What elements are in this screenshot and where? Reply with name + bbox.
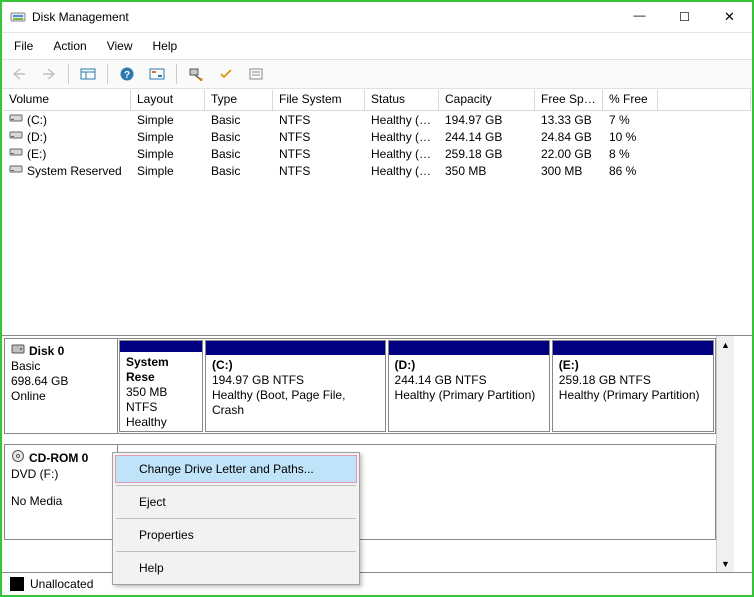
col-status[interactable]: Status bbox=[365, 90, 439, 110]
volume-layout: Simple bbox=[131, 113, 205, 127]
volume-free: 13.33 GB bbox=[535, 113, 603, 127]
close-button[interactable] bbox=[707, 2, 752, 32]
cdrom-0-info: CD-ROM 0 DVD (F:) No Media bbox=[5, 445, 118, 539]
col-extra[interactable] bbox=[658, 90, 751, 110]
col-filesystem[interactable]: File System bbox=[273, 90, 365, 110]
toolbar-separator bbox=[68, 64, 69, 84]
disc-icon bbox=[11, 449, 25, 467]
cdrom-0-row[interactable]: CD-ROM 0 DVD (F:) No Media bbox=[4, 444, 716, 540]
volume-name: System Reserved bbox=[27, 164, 122, 178]
disk-0-info: Disk 0 Basic 698.64 GB Online bbox=[5, 339, 118, 433]
cm-properties[interactable]: Properties bbox=[115, 521, 357, 549]
maximize-button[interactable] bbox=[662, 2, 707, 32]
volume-type: Basic bbox=[205, 113, 273, 127]
titlebar: Disk Management bbox=[2, 2, 752, 33]
drive-icon bbox=[9, 146, 23, 161]
scroll-up-button[interactable]: ▲ bbox=[717, 336, 734, 353]
cm-help[interactable]: Help bbox=[115, 554, 357, 582]
col-volume[interactable]: Volume bbox=[3, 90, 131, 110]
forward-button bbox=[36, 62, 62, 86]
col-type[interactable]: Type bbox=[205, 90, 273, 110]
volume-name: (D:) bbox=[27, 130, 47, 144]
drive-icon bbox=[9, 163, 23, 178]
menu-action[interactable]: Action bbox=[45, 37, 94, 55]
volume-row[interactable]: System Reserved Simple Basic NTFS Health… bbox=[3, 162, 751, 179]
volume-status: Healthy (B... bbox=[365, 113, 439, 127]
scroll-track[interactable] bbox=[717, 353, 734, 555]
vertical-scrollbar[interactable]: ▲ ▼ bbox=[716, 336, 734, 572]
menubar: File Action View Help bbox=[2, 33, 752, 59]
partition-color-bar bbox=[120, 341, 202, 352]
drive-icon bbox=[9, 112, 23, 127]
context-menu: Change Drive Letter and Paths... Eject P… bbox=[112, 452, 360, 585]
drive-icon bbox=[9, 129, 23, 144]
scroll-down-button[interactable]: ▼ bbox=[717, 555, 734, 572]
minimize-button[interactable] bbox=[617, 2, 662, 32]
partition-color-bar bbox=[389, 341, 549, 355]
partition-c[interactable]: (C:) 194.97 GB NTFS Healthy (Boot, Page … bbox=[205, 340, 386, 432]
col-layout[interactable]: Layout bbox=[131, 90, 205, 110]
legend-swatch-unallocated bbox=[10, 577, 24, 591]
menu-help[interactable]: Help bbox=[145, 37, 186, 55]
volume-row[interactable]: (D:) Simple Basic NTFS Healthy (P... 244… bbox=[3, 128, 751, 145]
toolbar-check-icon[interactable] bbox=[213, 62, 239, 86]
cm-separator bbox=[116, 485, 356, 486]
col-freespace[interactable]: Free Spa... bbox=[535, 90, 603, 110]
partition-d[interactable]: (D:) 244.14 GB NTFS Healthy (Primary Par… bbox=[388, 340, 550, 432]
cm-eject[interactable]: Eject bbox=[115, 488, 357, 516]
disk-0-partitions: System Rese 350 MB NTFS Healthy (Syst (C… bbox=[118, 339, 715, 433]
back-button bbox=[6, 62, 32, 86]
legend-label-unallocated: Unallocated bbox=[30, 577, 93, 591]
volume-row[interactable]: (C:) Simple Basic NTFS Healthy (B... 194… bbox=[3, 111, 751, 128]
col-percentfree[interactable]: % Free bbox=[603, 90, 658, 110]
volume-name: (E:) bbox=[27, 147, 46, 161]
volume-percent: 7 % bbox=[603, 113, 658, 127]
cm-change-drive-letter[interactable]: Change Drive Letter and Paths... bbox=[115, 455, 357, 483]
volume-fs: NTFS bbox=[273, 113, 365, 127]
toolbar: ? bbox=[2, 59, 752, 89]
svg-text:?: ? bbox=[124, 70, 130, 81]
volume-rows: (C:) Simple Basic NTFS Healthy (B... 194… bbox=[3, 111, 751, 334]
toolbar-action-icon[interactable] bbox=[183, 62, 209, 86]
window-controls bbox=[617, 2, 752, 32]
partition-color-bar bbox=[206, 341, 385, 355]
volume-list: Volume Layout Type File System Status Ca… bbox=[2, 89, 752, 335]
col-capacity[interactable]: Capacity bbox=[439, 90, 535, 110]
volume-capacity: 194.97 GB bbox=[439, 113, 535, 127]
help-icon[interactable]: ? bbox=[114, 62, 140, 86]
column-headers: Volume Layout Type File System Status Ca… bbox=[3, 90, 751, 111]
partition-color-bar bbox=[553, 341, 713, 355]
window-title: Disk Management bbox=[32, 10, 617, 24]
disk-management-app-icon bbox=[10, 9, 26, 25]
toolbar-list-icon[interactable] bbox=[243, 62, 269, 86]
cm-separator bbox=[116, 551, 356, 552]
menu-file[interactable]: File bbox=[6, 37, 41, 55]
toolbar-view-icon[interactable] bbox=[75, 62, 101, 86]
disk-management-window: Disk Management File Action View Help ? bbox=[0, 0, 754, 597]
volume-name: (C:) bbox=[27, 113, 47, 127]
disk-0-row[interactable]: Disk 0 Basic 698.64 GB Online System Res… bbox=[4, 338, 716, 434]
volume-row[interactable]: (E:) Simple Basic NTFS Healthy (P... 259… bbox=[3, 145, 751, 162]
toolbar-settings-icon[interactable] bbox=[144, 62, 170, 86]
partition-e[interactable]: (E:) 259.18 GB NTFS Healthy (Primary Par… bbox=[552, 340, 714, 432]
menu-view[interactable]: View bbox=[99, 37, 141, 55]
cm-separator bbox=[116, 518, 356, 519]
partition-system-reserved[interactable]: System Rese 350 MB NTFS Healthy (Syst bbox=[119, 340, 203, 432]
toolbar-separator bbox=[107, 64, 108, 84]
disk-hdd-icon bbox=[11, 343, 25, 359]
toolbar-separator bbox=[176, 64, 177, 84]
